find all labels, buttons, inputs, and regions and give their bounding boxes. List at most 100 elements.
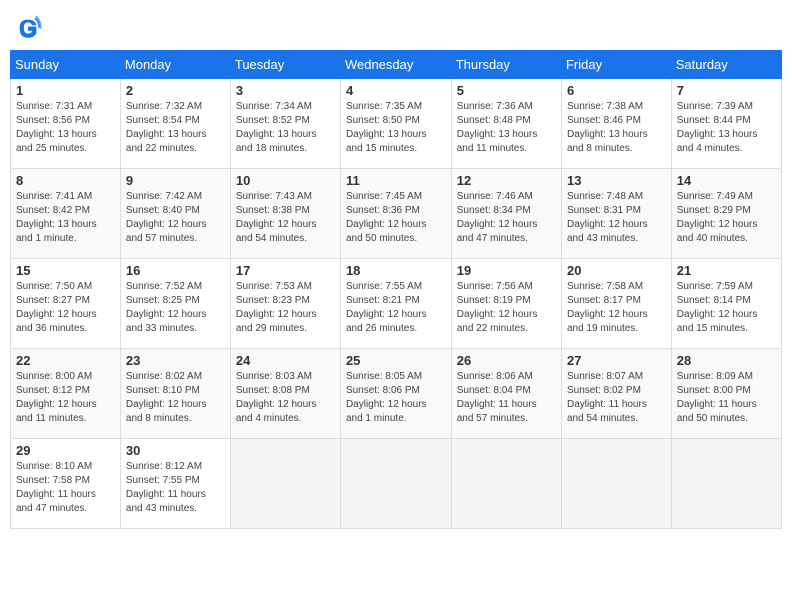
page-header — [10, 10, 782, 42]
sunset-label: Sunset: 8:27 PM — [16, 295, 90, 306]
header-monday: Monday — [120, 51, 230, 79]
logo — [14, 14, 46, 42]
daylight-label: Daylight: 12 hours and 1 minute. — [346, 399, 427, 424]
sunset-label: Sunset: 7:55 PM — [126, 475, 200, 486]
sunset-label: Sunset: 8:29 PM — [677, 205, 751, 216]
daylight-label: Daylight: 12 hours and 43 minutes. — [567, 219, 648, 244]
day-info: Sunrise: 8:05 AM Sunset: 8:06 PM Dayligh… — [346, 370, 446, 426]
day-number: 19 — [457, 263, 556, 278]
day-number: 10 — [236, 173, 335, 188]
sunrise-label: Sunrise: 8:12 AM — [126, 461, 202, 472]
day-number: 4 — [346, 83, 446, 98]
calendar-cell: 12 Sunrise: 7:46 AM Sunset: 8:34 PM Dayl… — [451, 169, 561, 259]
calendar-cell: 5 Sunrise: 7:36 AM Sunset: 8:48 PM Dayli… — [451, 79, 561, 169]
day-number: 15 — [16, 263, 115, 278]
day-info: Sunrise: 8:07 AM Sunset: 8:02 PM Dayligh… — [567, 370, 666, 426]
day-number: 21 — [677, 263, 776, 278]
sunrise-label: Sunrise: 7:41 AM — [16, 191, 92, 202]
sunset-label: Sunset: 8:02 PM — [567, 385, 641, 396]
calendar-cell: 19 Sunrise: 7:56 AM Sunset: 8:19 PM Dayl… — [451, 259, 561, 349]
calendar-cell — [671, 439, 781, 529]
week-row-1: 1 Sunrise: 7:31 AM Sunset: 8:56 PM Dayli… — [11, 79, 782, 169]
day-number: 2 — [126, 83, 225, 98]
header-tuesday: Tuesday — [230, 51, 340, 79]
calendar-cell: 29 Sunrise: 8:10 AM Sunset: 7:58 PM Dayl… — [11, 439, 121, 529]
sunset-label: Sunset: 8:14 PM — [677, 295, 751, 306]
day-info: Sunrise: 7:53 AM Sunset: 8:23 PM Dayligh… — [236, 280, 335, 336]
calendar-cell — [230, 439, 340, 529]
day-info: Sunrise: 7:38 AM Sunset: 8:46 PM Dayligh… — [567, 100, 666, 156]
sunrise-label: Sunrise: 7:39 AM — [677, 101, 753, 112]
week-row-4: 22 Sunrise: 8:00 AM Sunset: 8:12 PM Dayl… — [11, 349, 782, 439]
sunset-label: Sunset: 8:23 PM — [236, 295, 310, 306]
daylight-label: Daylight: 12 hours and 40 minutes. — [677, 219, 758, 244]
daylight-label: Daylight: 12 hours and 54 minutes. — [236, 219, 317, 244]
sunset-label: Sunset: 8:19 PM — [457, 295, 531, 306]
daylight-label: Daylight: 11 hours and 57 minutes. — [457, 399, 537, 424]
day-number: 23 — [126, 353, 225, 368]
daylight-label: Daylight: 11 hours and 54 minutes. — [567, 399, 647, 424]
sunset-label: Sunset: 8:08 PM — [236, 385, 310, 396]
sunset-label: Sunset: 8:34 PM — [457, 205, 531, 216]
calendar-cell: 20 Sunrise: 7:58 AM Sunset: 8:17 PM Dayl… — [561, 259, 671, 349]
sunset-label: Sunset: 8:21 PM — [346, 295, 420, 306]
day-info: Sunrise: 7:34 AM Sunset: 8:52 PM Dayligh… — [236, 100, 335, 156]
day-number: 1 — [16, 83, 115, 98]
calendar-cell: 1 Sunrise: 7:31 AM Sunset: 8:56 PM Dayli… — [11, 79, 121, 169]
sunrise-label: Sunrise: 7:49 AM — [677, 191, 753, 202]
day-info: Sunrise: 7:42 AM Sunset: 8:40 PM Dayligh… — [126, 190, 225, 246]
sunset-label: Sunset: 8:06 PM — [346, 385, 420, 396]
calendar-cell: 22 Sunrise: 8:00 AM Sunset: 8:12 PM Dayl… — [11, 349, 121, 439]
sunset-label: Sunset: 8:38 PM — [236, 205, 310, 216]
day-number: 13 — [567, 173, 666, 188]
calendar-cell: 23 Sunrise: 8:02 AM Sunset: 8:10 PM Dayl… — [120, 349, 230, 439]
sunrise-label: Sunrise: 8:00 AM — [16, 371, 92, 382]
sunset-label: Sunset: 8:36 PM — [346, 205, 420, 216]
calendar-cell: 14 Sunrise: 7:49 AM Sunset: 8:29 PM Dayl… — [671, 169, 781, 259]
sunrise-label: Sunrise: 7:35 AM — [346, 101, 422, 112]
sunset-label: Sunset: 8:17 PM — [567, 295, 641, 306]
day-number: 24 — [236, 353, 335, 368]
calendar-cell: 4 Sunrise: 7:35 AM Sunset: 8:50 PM Dayli… — [340, 79, 451, 169]
sunrise-label: Sunrise: 7:36 AM — [457, 101, 533, 112]
day-info: Sunrise: 7:32 AM Sunset: 8:54 PM Dayligh… — [126, 100, 225, 156]
daylight-label: Daylight: 13 hours and 22 minutes. — [126, 129, 207, 154]
daylight-label: Daylight: 13 hours and 25 minutes. — [16, 129, 97, 154]
day-number: 11 — [346, 173, 446, 188]
sunrise-label: Sunrise: 7:52 AM — [126, 281, 202, 292]
day-info: Sunrise: 7:35 AM Sunset: 8:50 PM Dayligh… — [346, 100, 446, 156]
day-number: 26 — [457, 353, 556, 368]
sunrise-label: Sunrise: 7:46 AM — [457, 191, 533, 202]
daylight-label: Daylight: 13 hours and 18 minutes. — [236, 129, 317, 154]
header-wednesday: Wednesday — [340, 51, 451, 79]
daylight-label: Daylight: 13 hours and 8 minutes. — [567, 129, 648, 154]
sunset-label: Sunset: 8:44 PM — [677, 115, 751, 126]
sunrise-label: Sunrise: 7:59 AM — [677, 281, 753, 292]
calendar-cell: 18 Sunrise: 7:55 AM Sunset: 8:21 PM Dayl… — [340, 259, 451, 349]
header-saturday: Saturday — [671, 51, 781, 79]
sunset-label: Sunset: 8:54 PM — [126, 115, 200, 126]
day-info: Sunrise: 7:46 AM Sunset: 8:34 PM Dayligh… — [457, 190, 556, 246]
day-number: 22 — [16, 353, 115, 368]
daylight-label: Daylight: 11 hours and 47 minutes. — [16, 489, 96, 514]
sunrise-label: Sunrise: 8:03 AM — [236, 371, 312, 382]
sunset-label: Sunset: 8:48 PM — [457, 115, 531, 126]
daylight-label: Daylight: 12 hours and 50 minutes. — [346, 219, 427, 244]
sunrise-label: Sunrise: 7:55 AM — [346, 281, 422, 292]
calendar-cell: 30 Sunrise: 8:12 AM Sunset: 7:55 PM Dayl… — [120, 439, 230, 529]
header-friday: Friday — [561, 51, 671, 79]
daylight-label: Daylight: 12 hours and 29 minutes. — [236, 309, 317, 334]
calendar-cell: 7 Sunrise: 7:39 AM Sunset: 8:44 PM Dayli… — [671, 79, 781, 169]
header-sunday: Sunday — [11, 51, 121, 79]
day-info: Sunrise: 8:03 AM Sunset: 8:08 PM Dayligh… — [236, 370, 335, 426]
day-info: Sunrise: 7:49 AM Sunset: 8:29 PM Dayligh… — [677, 190, 776, 246]
daylight-label: Daylight: 12 hours and 22 minutes. — [457, 309, 538, 334]
sunset-label: Sunset: 8:46 PM — [567, 115, 641, 126]
calendar-cell: 27 Sunrise: 8:07 AM Sunset: 8:02 PM Dayl… — [561, 349, 671, 439]
sunset-label: Sunset: 8:25 PM — [126, 295, 200, 306]
calendar-cell: 24 Sunrise: 8:03 AM Sunset: 8:08 PM Dayl… — [230, 349, 340, 439]
calendar-cell: 25 Sunrise: 8:05 AM Sunset: 8:06 PM Dayl… — [340, 349, 451, 439]
sunset-label: Sunset: 8:42 PM — [16, 205, 90, 216]
week-row-2: 8 Sunrise: 7:41 AM Sunset: 8:42 PM Dayli… — [11, 169, 782, 259]
daylight-label: Daylight: 13 hours and 4 minutes. — [677, 129, 758, 154]
